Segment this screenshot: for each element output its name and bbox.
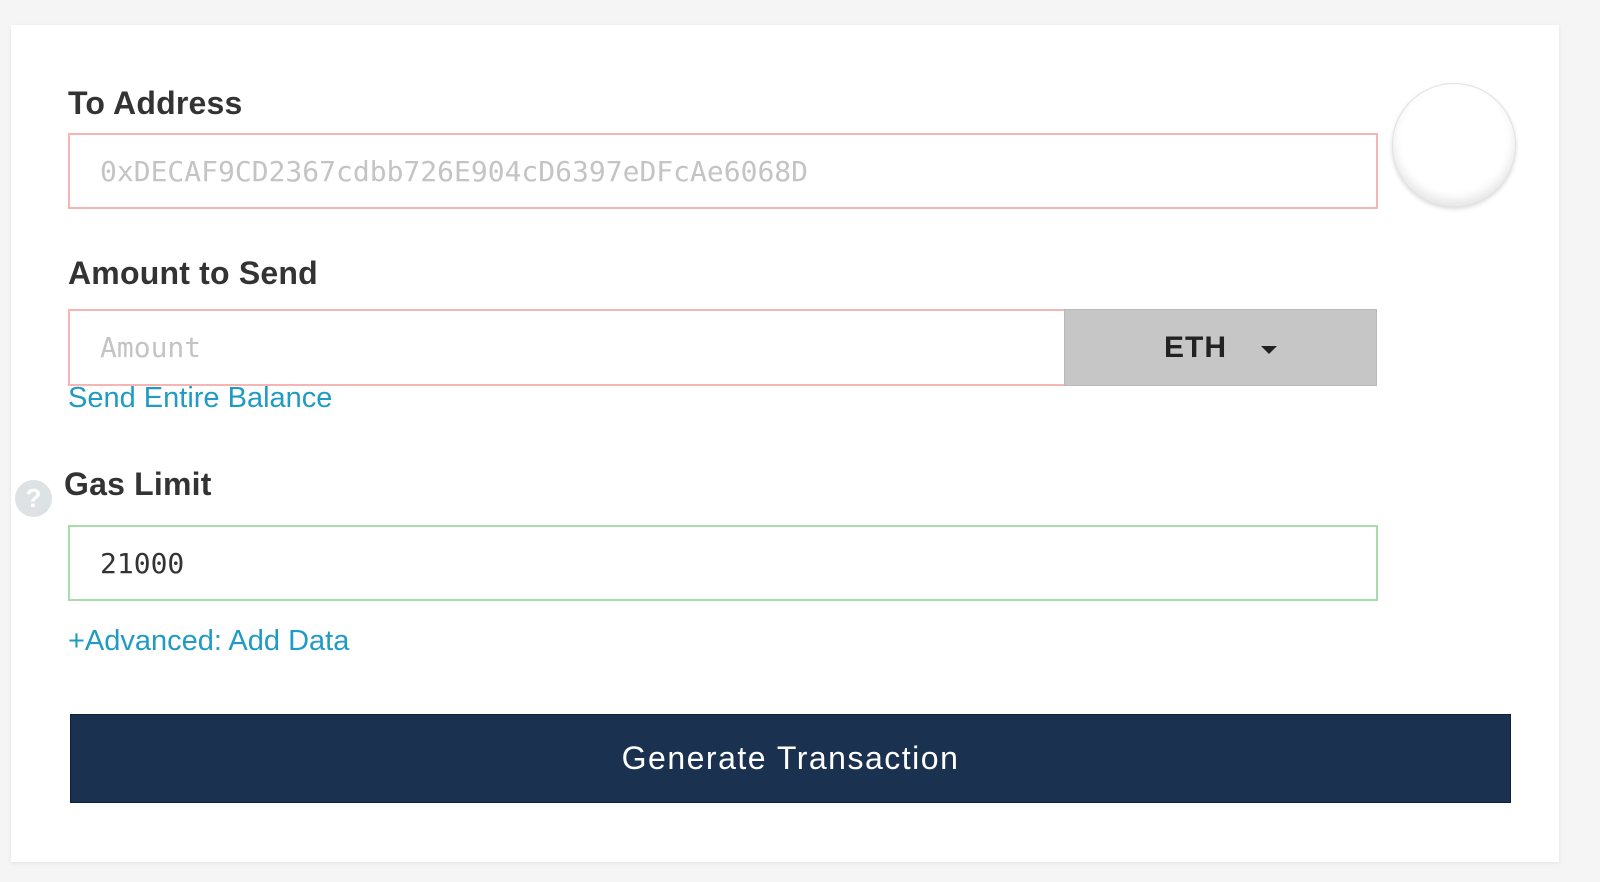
gas-limit-label: Gas Limit xyxy=(64,466,212,502)
address-identicon xyxy=(1392,83,1516,207)
generate-transaction-button[interactable]: Generate Transaction xyxy=(70,714,1511,803)
question-circle-icon[interactable]: ? xyxy=(15,480,52,517)
amount-label: Amount to Send xyxy=(68,255,318,291)
help-glyph: ? xyxy=(25,483,42,513)
advanced-add-data-link[interactable]: +Advanced: Add Data xyxy=(68,625,349,658)
currency-unit-dropdown[interactable]: ETH xyxy=(1064,309,1377,386)
send-transaction-card: To Address Amount to Send ETH Send Entir… xyxy=(11,25,1559,862)
amount-input[interactable] xyxy=(68,309,1066,386)
chevron-down-icon xyxy=(1261,345,1277,354)
gas-limit-input[interactable] xyxy=(68,525,1378,601)
to-address-input[interactable] xyxy=(68,133,1378,209)
send-entire-balance-link[interactable]: Send Entire Balance xyxy=(68,382,332,415)
currency-unit-label: ETH xyxy=(1164,330,1227,364)
to-address-label: To Address xyxy=(68,85,243,121)
